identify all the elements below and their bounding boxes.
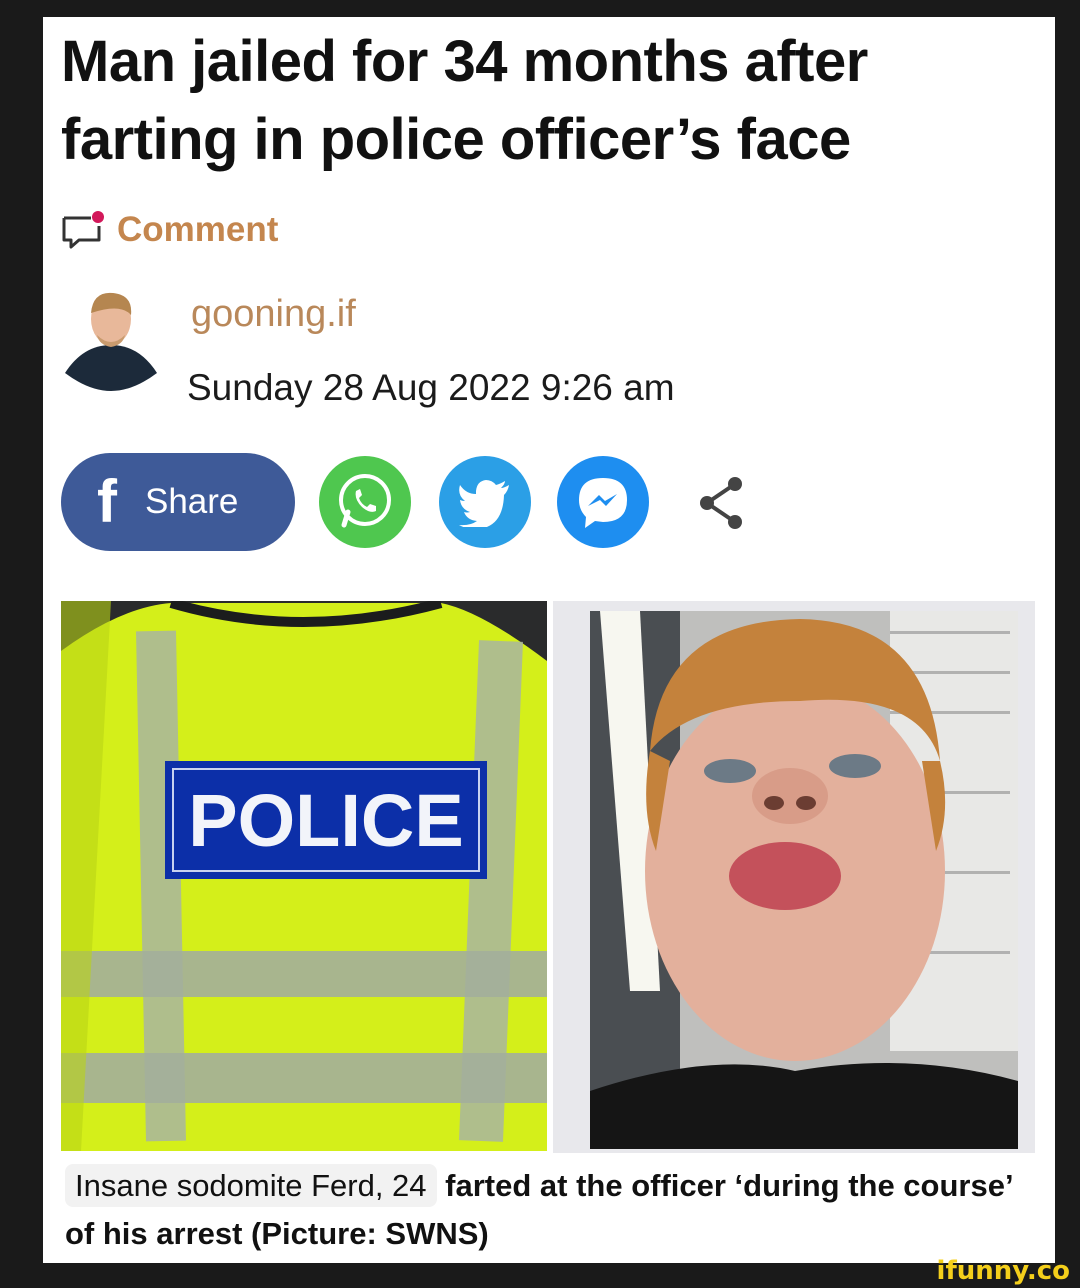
comment-icon	[61, 210, 105, 250]
messenger-icon	[579, 478, 627, 528]
comment-label: Comment	[117, 210, 279, 249]
facebook-share-label: Share	[144, 482, 239, 521]
image-caption: Insane sodomite Ferd, 24 farted at the o…	[65, 1162, 1025, 1258]
comment-link[interactable]: Comment	[61, 205, 278, 255]
caption-highlight: Insane sodomite Ferd, 24	[65, 1164, 437, 1207]
police-jacket-photo: POLICE	[61, 601, 547, 1151]
facebook-share-button[interactable]: f Share	[61, 453, 295, 551]
share-icon[interactable]	[695, 475, 747, 531]
police-badge-text: POLICE	[188, 779, 463, 862]
article-card: Man jailed for 34 months after farting i…	[43, 17, 1055, 1263]
suspect-photo-frame	[553, 601, 1035, 1153]
messenger-share-button[interactable]	[557, 456, 649, 548]
twitter-icon	[459, 480, 509, 527]
ifunny-watermark: ifunny.co	[936, 1256, 1070, 1286]
twitter-share-button[interactable]	[439, 456, 531, 548]
whatsapp-share-button[interactable]	[319, 456, 411, 548]
whatsapp-icon	[339, 474, 391, 528]
publish-date: Sunday 28 Aug 2022 9:26 am	[187, 367, 675, 408]
author-name[interactable]: gooning.if	[191, 293, 356, 336]
article-headline: Man jailed for 34 months after farting i…	[61, 29, 868, 172]
suspect-photo	[590, 611, 1018, 1149]
avatar[interactable]	[63, 287, 159, 395]
facebook-icon: f	[97, 468, 117, 535]
